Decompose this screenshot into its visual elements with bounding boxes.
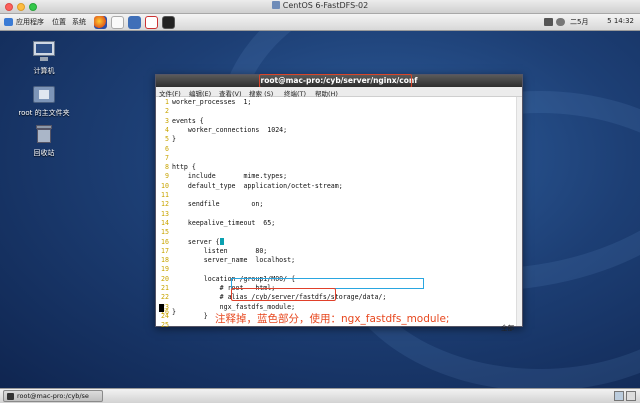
module-highlight-box bbox=[231, 288, 336, 301]
desktop-icon-label: 回收站 bbox=[33, 149, 55, 157]
panel-clock[interactable]: 5 14:32 bbox=[607, 17, 634, 25]
top-panel: 应用程序 位置 系统 二5月 5 14:32 bbox=[0, 14, 640, 31]
code-line: 9 include mime.types; bbox=[165, 172, 288, 181]
trash-icon bbox=[32, 123, 56, 145]
volume-icon[interactable] bbox=[556, 18, 565, 26]
code-line: 2 bbox=[165, 107, 169, 116]
code-line: 18 server_name localhost; bbox=[161, 256, 296, 265]
menu-places[interactable]: 位置 bbox=[52, 17, 66, 27]
code-line: 1 worker_processes 1; bbox=[165, 98, 252, 106]
code-line: 10 default_type application/octet-stream… bbox=[161, 181, 343, 190]
vm-icon bbox=[271, 1, 280, 9]
panel-date: 二5月 bbox=[570, 18, 589, 26]
network-icon[interactable] bbox=[544, 18, 553, 26]
home-folder-icon bbox=[32, 83, 56, 105]
bottom-taskbar: root@mac-pro:/cyb/se bbox=[0, 388, 640, 403]
code-line: 4 worker_connections 1024; bbox=[165, 125, 288, 134]
code-line: 6 bbox=[165, 144, 169, 153]
annotation-text: 注释掉，蓝色部分，使用：ngx_fastdfs_module; bbox=[215, 313, 450, 325]
desktop-icon-label: root 的主文件夹 bbox=[18, 109, 70, 117]
code-line: 8 http { bbox=[165, 163, 196, 172]
terminal-icon bbox=[7, 393, 14, 400]
code-line: 17 listen 80; bbox=[161, 246, 268, 255]
text-editor-icon[interactable] bbox=[145, 16, 158, 29]
code-line: 12 sendfile on; bbox=[161, 200, 264, 209]
code-line: 3 events { bbox=[165, 116, 204, 125]
terminal-title-bar[interactable]: root@mac-pro:/cyb/server/nginx/conf bbox=[156, 74, 522, 88]
desktop-icon-trash[interactable]: 回收站 bbox=[9, 123, 79, 158]
help-icon[interactable] bbox=[128, 16, 141, 29]
menu-system[interactable]: 系统 bbox=[72, 17, 86, 27]
terminal-scrollbar[interactable] bbox=[516, 97, 522, 326]
terminal-menu-bar: 文件(F) 编辑(E) 查看(V) 搜索 (S) 终端(T) 帮助(H) bbox=[156, 87, 522, 98]
desktop-icon-label: 计算机 bbox=[33, 67, 55, 75]
desktop-icon-computer[interactable]: 计算机 bbox=[9, 41, 79, 76]
menu-applications[interactable]: 应用程序 bbox=[16, 17, 44, 27]
code-line: 19 bbox=[161, 265, 169, 274]
foot-menu-icon bbox=[4, 18, 13, 26]
text-cursor bbox=[219, 237, 224, 245]
vm-title-bar: CentOS 6-FastDFS-02 bbox=[0, 0, 640, 14]
code-line: 15 bbox=[161, 228, 169, 237]
code-line: 13 bbox=[161, 209, 169, 218]
terminal-launcher-icon[interactable] bbox=[162, 16, 175, 29]
computer-icon bbox=[32, 41, 56, 63]
code-line: 7 bbox=[165, 153, 169, 162]
workspace-1[interactable] bbox=[614, 391, 624, 401]
desktop-icon-home[interactable]: root 的主文件夹 bbox=[9, 83, 79, 118]
vm-window-title: CentOS 6-FastDFS-02 bbox=[0, 1, 640, 10]
mail-icon[interactable] bbox=[111, 16, 124, 29]
code-line: 5} bbox=[165, 135, 176, 144]
taskbar-terminal-button[interactable]: root@mac-pro:/cyb/se bbox=[3, 390, 103, 402]
terminal-window[interactable]: root@mac-pro:/cyb/server/nginx/conf 文件(F… bbox=[155, 74, 523, 332]
vim-status: 全部 bbox=[501, 324, 514, 332]
terminal-text-area[interactable]: 1 worker_processes 1; 2 3 events { 4 worke… bbox=[156, 97, 522, 329]
workspace-2[interactable] bbox=[626, 391, 636, 401]
firefox-icon[interactable] bbox=[94, 16, 107, 29]
code-line: 22 # alias /cyb/server/fastdfs/storage/d… bbox=[161, 293, 387, 302]
code-line: 14 keepalive_timeout 65; bbox=[161, 218, 276, 227]
code-line: 16 server { bbox=[156, 237, 516, 247]
vim-cursor bbox=[159, 304, 164, 312]
code-line: 11 bbox=[161, 191, 169, 199]
title-highlight-box bbox=[259, 74, 412, 88]
